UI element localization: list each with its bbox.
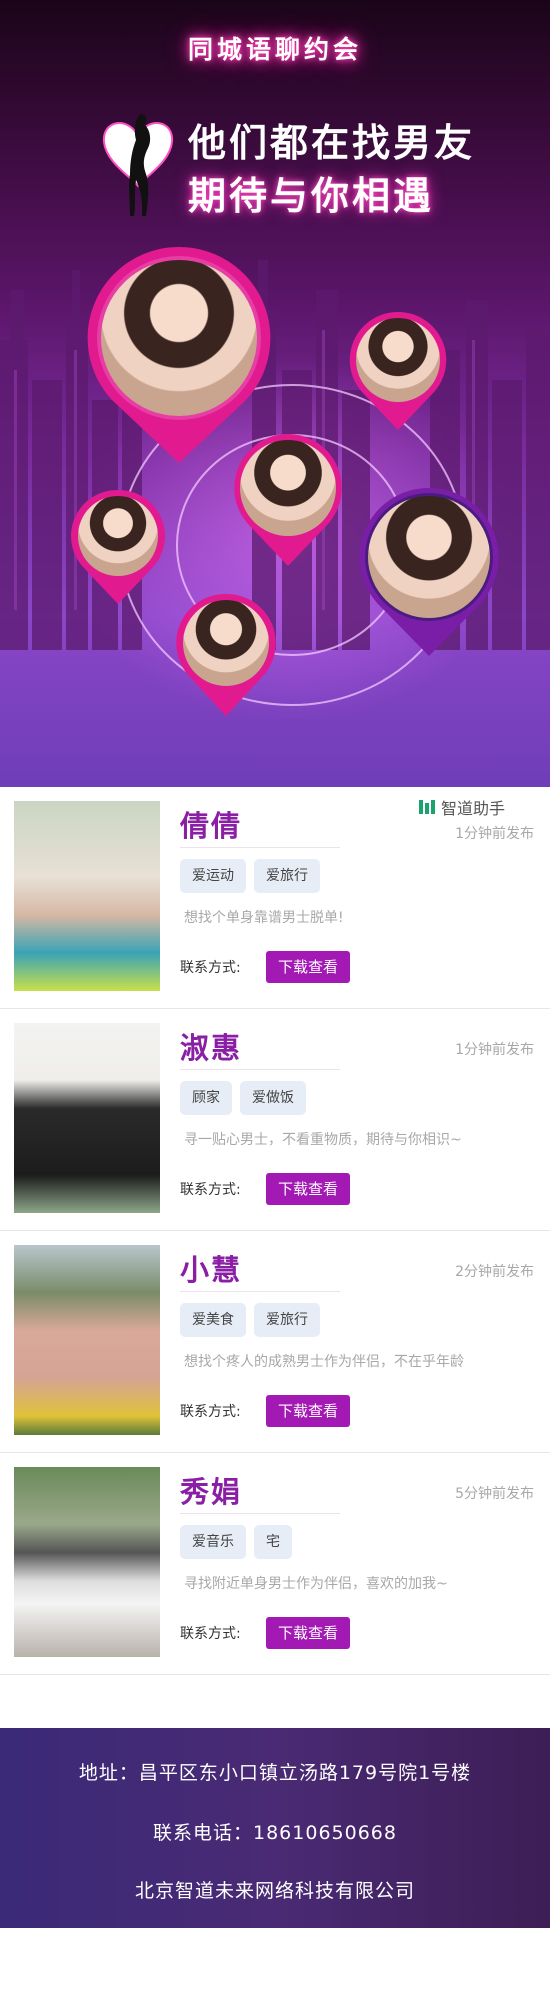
profile-photo bbox=[78, 496, 158, 576]
company-footer: 地址：昌平区东小口镇立汤路179号院1号楼 联系电话：18610650668 北… bbox=[0, 1728, 550, 1928]
map-pin-photo[interactable] bbox=[70, 488, 166, 606]
profile-name: 小慧 bbox=[180, 1253, 243, 1287]
name-divider bbox=[180, 1291, 340, 1292]
interest-tag: 爱音乐 bbox=[180, 1525, 246, 1559]
interest-tag: 宅 bbox=[254, 1525, 292, 1559]
post-time: 2分钟前发布 bbox=[455, 1264, 534, 1280]
profile-card: 倩倩 智道助手 1分钟前发布 爱运动 爱旅行 想找个单身靠谱男士脱单! 联系方式… bbox=[0, 787, 550, 1009]
map-pin-photo[interactable] bbox=[175, 592, 277, 718]
profile-photo bbox=[101, 260, 257, 416]
contact-label: 联系方式: bbox=[180, 1182, 241, 1198]
contact-label: 联系方式: bbox=[180, 1404, 241, 1420]
interest-tag: 爱旅行 bbox=[254, 1303, 320, 1337]
profile-avatar bbox=[14, 1245, 160, 1435]
brand-logo-icon bbox=[419, 800, 435, 814]
profile-photo bbox=[356, 318, 440, 402]
profile-name: 倩倩 bbox=[180, 809, 243, 843]
tag-list: 顾家 爱做饭 bbox=[180, 1081, 306, 1115]
profile-photo bbox=[368, 496, 490, 618]
profile-bio: 寻一贴心男士，不看重物质，期待与你相识~ bbox=[184, 1132, 462, 1148]
profile-bio: 寻找附近单身男士作为伴侣，喜欢的加我~ bbox=[184, 1576, 448, 1592]
profile-name: 淑惠 bbox=[180, 1031, 243, 1065]
name-divider bbox=[180, 1069, 340, 1070]
profile-photo bbox=[183, 600, 269, 686]
profile-avatar bbox=[14, 801, 160, 991]
interest-tag: 顾家 bbox=[180, 1081, 232, 1115]
download-view-button[interactable]: 下载查看 bbox=[266, 1617, 350, 1649]
name-divider bbox=[180, 847, 340, 848]
post-time: 5分钟前发布 bbox=[455, 1486, 534, 1502]
contact-label: 联系方式: bbox=[180, 1626, 241, 1642]
profile-avatar bbox=[14, 1467, 160, 1657]
download-view-button[interactable]: 下载查看 bbox=[266, 1395, 350, 1427]
interest-tag: 爱旅行 bbox=[254, 859, 320, 893]
interest-tag: 爱美食 bbox=[180, 1303, 246, 1337]
profile-card: 小慧 2分钟前发布 爱美食 爱旅行 想找个疼人的成熟男士作为伴侣，不在乎年龄 联… bbox=[0, 1231, 550, 1453]
tag-list: 爱音乐 宅 bbox=[180, 1525, 292, 1559]
brand-watermark: 智道助手 bbox=[418, 795, 505, 819]
post-time: 1分钟前发布 bbox=[455, 826, 534, 842]
post-time: 1分钟前发布 bbox=[455, 1042, 534, 1058]
download-view-button[interactable]: 下载查看 bbox=[266, 951, 350, 983]
hero-banner: 同城语聊约会 他们都在找男友 期待与你相遇 bbox=[0, 0, 550, 787]
profile-bio: 想找个疼人的成熟男士作为伴侣，不在乎年龄 bbox=[184, 1354, 464, 1370]
name-divider bbox=[180, 1513, 340, 1514]
watermark-text: 智道助手 bbox=[441, 799, 506, 818]
profile-card: 淑惠 1分钟前发布 顾家 爱做饭 寻一贴心男士，不看重物质，期待与你相识~ 联系… bbox=[0, 1009, 550, 1231]
profile-name: 秀娟 bbox=[180, 1475, 243, 1509]
map-pin-photo[interactable] bbox=[358, 486, 500, 658]
interest-tag: 爱运动 bbox=[180, 859, 246, 893]
profile-avatar bbox=[14, 1023, 160, 1213]
map-pin-photo[interactable] bbox=[348, 310, 448, 432]
interest-tag: 爱做饭 bbox=[240, 1081, 306, 1115]
tag-list: 爱美食 爱旅行 bbox=[180, 1303, 320, 1337]
company-address: 地址：昌平区东小口镇立汤路179号院1号楼 bbox=[78, 1762, 472, 1784]
profile-card: 秀娟 5分钟前发布 爱音乐 宅 寻找附近单身男士作为伴侣，喜欢的加我~ 联系方式… bbox=[0, 1453, 550, 1675]
company-name: 北京智道未来网络科技有限公司 bbox=[134, 1880, 415, 1902]
contact-label: 联系方式: bbox=[180, 960, 241, 976]
profile-photo bbox=[240, 440, 336, 536]
map-pin-photo[interactable] bbox=[232, 432, 344, 568]
download-view-button[interactable]: 下载查看 bbox=[266, 1173, 350, 1205]
tag-list: 爱运动 爱旅行 bbox=[180, 859, 320, 893]
company-phone[interactable]: 联系电话：18610650668 bbox=[0, 1818, 550, 1845]
profile-bio: 想找个单身靠谱男士脱单! bbox=[184, 910, 344, 926]
